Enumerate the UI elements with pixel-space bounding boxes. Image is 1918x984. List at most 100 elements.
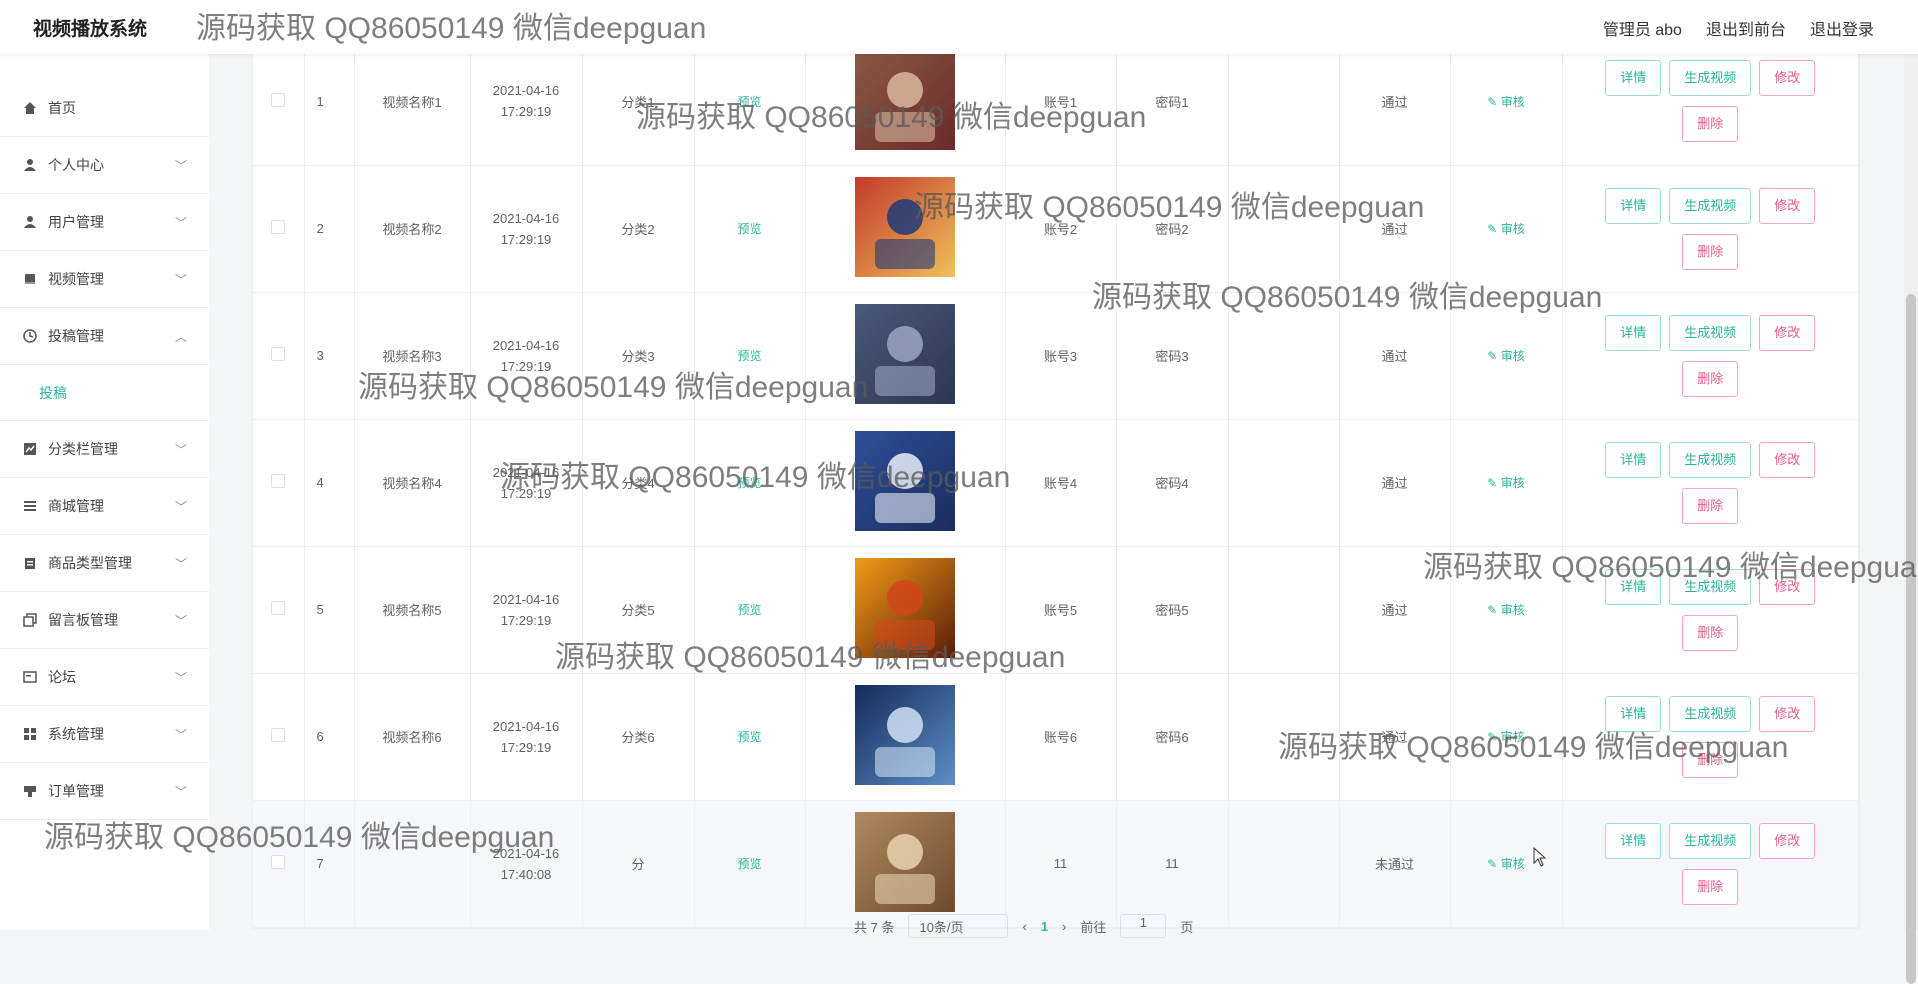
preview-link[interactable]: 预览 xyxy=(737,857,761,871)
generate-video-button[interactable]: 生成视频 xyxy=(1669,695,1752,732)
row-checkbox[interactable] xyxy=(271,855,286,869)
edit-button[interactable]: 修改 xyxy=(1759,187,1816,224)
submit-clock: 17:29:19 xyxy=(500,104,552,120)
cover-cell xyxy=(805,673,1006,801)
video-cover-image[interactable] xyxy=(855,177,955,277)
row-checkbox[interactable] xyxy=(271,728,286,742)
prev-page-icon[interactable]: ‹ xyxy=(1022,919,1026,934)
row-checkbox[interactable] xyxy=(271,92,286,107)
vertical-scrollbar[interactable] xyxy=(1904,54,1918,984)
detail-button[interactable]: 详情 xyxy=(1605,568,1662,605)
sidebar-item-category-management[interactable]: 分类栏管理 ﹀ xyxy=(0,421,209,478)
edit-button[interactable]: 修改 xyxy=(1759,568,1816,605)
preview-link[interactable]: 预览 xyxy=(737,603,761,617)
table-row: 2 视频名称2 2021-04-16 17:29:19 分类2 预览 账号2 密码2 通过 ✎ 审… xyxy=(253,165,1859,293)
row-checkbox[interactable] xyxy=(271,474,286,488)
edit-button[interactable]: 修改 xyxy=(1759,441,1816,478)
edit-button[interactable]: 修改 xyxy=(1759,822,1816,859)
preview-link[interactable]: 预览 xyxy=(737,95,761,109)
video-cover-image[interactable] xyxy=(855,558,955,658)
row-checkbox[interactable] xyxy=(271,601,286,615)
sidebar-item-label: 论坛 xyxy=(48,669,76,685)
video-cover-image[interactable] xyxy=(855,431,955,531)
sidebar-item-product-type-management[interactable]: 商品类型管理 ﹀ xyxy=(0,535,209,592)
submit-time: 2021-04-16 17:29:19 xyxy=(470,165,583,293)
empty-cell xyxy=(1228,38,1340,166)
generate-video-button[interactable]: 生成视频 xyxy=(1669,822,1752,859)
current-page[interactable]: 1 xyxy=(1041,919,1048,934)
delete-button[interactable]: 删除 xyxy=(1682,741,1739,778)
audit-link[interactable]: ✎ 审核 xyxy=(1487,222,1524,236)
detail-button[interactable]: 详情 xyxy=(1605,60,1662,97)
sidebar-item-label: 留言板管理 xyxy=(48,612,118,628)
preview-link[interactable]: 预览 xyxy=(737,349,761,363)
sidebar-item-personal-center[interactable]: 个人中心 ﹀ xyxy=(0,137,209,194)
logout-link[interactable]: 退出登录 xyxy=(1810,16,1874,40)
delete-button[interactable]: 删除 xyxy=(1682,614,1739,651)
generate-video-button[interactable]: 生成视频 xyxy=(1669,441,1752,478)
goto-page-input[interactable]: 1 xyxy=(1120,914,1167,938)
detail-button[interactable]: 详情 xyxy=(1605,314,1662,351)
sidebar-item-order-management[interactable]: 订单管理 ﹀ xyxy=(0,763,209,820)
delete-button[interactable]: 删除 xyxy=(1682,106,1739,143)
row-index: 5 xyxy=(304,546,355,674)
detail-button[interactable]: 详情 xyxy=(1605,441,1662,478)
audit-link[interactable]: ✎ 审核 xyxy=(1487,95,1524,109)
edit-pen-icon: ✎ xyxy=(1487,94,1501,109)
audit-link[interactable]: ✎ 审核 xyxy=(1487,476,1524,490)
delete-button[interactable]: 删除 xyxy=(1682,360,1739,397)
password: 密码3 xyxy=(1116,292,1229,420)
sidebar-item-home[interactable]: 首页 xyxy=(0,80,209,137)
sidebar-item-submission-management[interactable]: 投稿管理 ︿ xyxy=(0,308,209,365)
sidebar-item-system-management[interactable]: 系统管理 ﹀ xyxy=(0,706,209,763)
exit-to-front-link[interactable]: 退出到前台 xyxy=(1706,16,1786,40)
delete-button[interactable]: 删除 xyxy=(1682,868,1739,905)
copy-icon xyxy=(22,612,38,628)
audit-link[interactable]: ✎ 审核 xyxy=(1487,857,1524,871)
generate-video-button[interactable]: 生成视频 xyxy=(1669,60,1752,97)
delete-button[interactable]: 删除 xyxy=(1682,233,1739,270)
edit-button[interactable]: 修改 xyxy=(1759,314,1816,351)
audit-link[interactable]: ✎ 审核 xyxy=(1487,730,1524,744)
sidebar-item-label: 商城管理 xyxy=(48,498,104,514)
edit-button[interactable]: 修改 xyxy=(1759,60,1816,97)
row-checkbox[interactable] xyxy=(271,220,286,234)
sidebar-item-mall-management[interactable]: 商城管理 ﹀ xyxy=(0,478,209,535)
preview-link[interactable]: 预览 xyxy=(737,222,761,236)
audit-link[interactable]: ✎ 审核 xyxy=(1487,349,1524,363)
preview-link[interactable]: 预览 xyxy=(737,730,761,744)
generate-video-button[interactable]: 生成视频 xyxy=(1669,314,1752,351)
stamp-icon xyxy=(22,783,38,799)
clock-icon xyxy=(22,328,38,344)
detail-button[interactable]: 详情 xyxy=(1605,187,1662,224)
table-row: 1 视频名称1 2021-04-16 17:29:19 分类1 预览 账号1 密码1 通过 ✎ 审… xyxy=(253,38,1859,166)
sidebar-item-video-management[interactable]: 视频管理 ﹀ xyxy=(0,251,209,308)
row-index: 3 xyxy=(304,292,355,420)
next-page-icon[interactable]: › xyxy=(1062,919,1066,934)
audit-cell: ✎ 审核 xyxy=(1450,673,1563,801)
sidebar-item-message-board-management[interactable]: 留言板管理 ﹀ xyxy=(0,592,209,649)
submit-clock: 17:40:08 xyxy=(500,866,552,882)
video-cover-image[interactable] xyxy=(855,812,955,912)
audit-link[interactable]: ✎ 审核 xyxy=(1487,603,1524,617)
video-cover-image[interactable] xyxy=(855,49,955,150)
account: 账号5 xyxy=(1005,546,1117,674)
detail-button[interactable]: 详情 xyxy=(1605,695,1662,732)
scrollbar-thumb[interactable] xyxy=(1906,294,1916,984)
page-size-select[interactable]: 10条/页 xyxy=(908,914,1009,938)
sidebar-subitem-submission[interactable]: 投稿 xyxy=(0,365,209,421)
video-cover-image[interactable] xyxy=(855,304,955,404)
preview-link[interactable]: 预览 xyxy=(737,476,761,490)
operations-cell: 详情 生成视频 修改 删除 xyxy=(1562,38,1859,166)
sidebar-item-forum[interactable]: 论坛 ﹀ xyxy=(0,649,209,706)
video-name: 视频名称6 xyxy=(354,673,471,801)
video-cover-image[interactable] xyxy=(855,685,955,785)
detail-button[interactable]: 详情 xyxy=(1605,822,1662,859)
chevron-down-icon: ﹀ xyxy=(174,159,187,173)
sidebar-item-user-management[interactable]: 用户管理 ﹀ xyxy=(0,194,209,251)
delete-button[interactable]: 删除 xyxy=(1682,487,1739,524)
generate-video-button[interactable]: 生成视频 xyxy=(1669,187,1752,224)
edit-button[interactable]: 修改 xyxy=(1759,695,1816,732)
generate-video-button[interactable]: 生成视频 xyxy=(1669,568,1752,605)
row-checkbox[interactable] xyxy=(271,347,286,361)
